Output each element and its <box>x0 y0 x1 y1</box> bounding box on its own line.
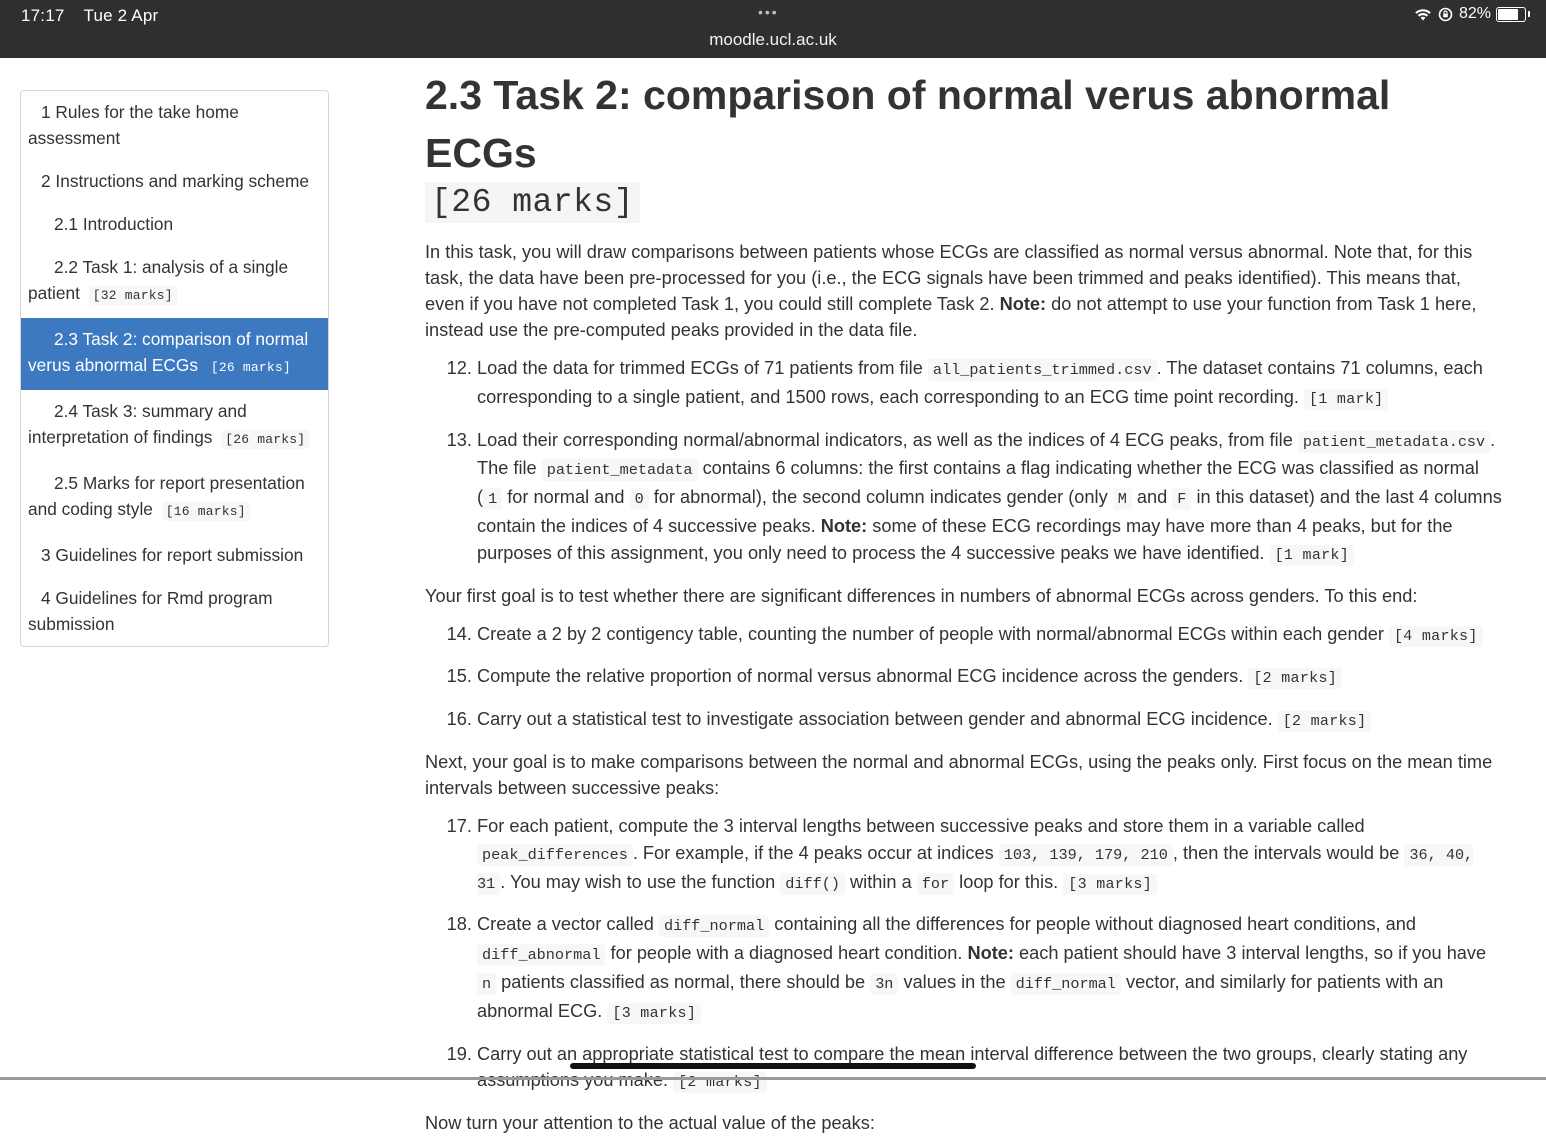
marks-badge: [3 marks] <box>607 1002 702 1024</box>
marks-badge: [3 marks] <box>1063 873 1158 895</box>
battery-icon <box>1496 6 1530 22</box>
toc-item-label: 2 Instructions and marking scheme <box>41 171 309 191</box>
item-text: containing all the differences for peopl… <box>769 914 1417 935</box>
list-item-16: Carry out a statistical test to investig… <box>477 706 1505 736</box>
marks-badge: [2 marks] <box>1248 668 1343 690</box>
toc-item-label: 3 Guidelines for report submission <box>41 545 304 565</box>
note-label: Note: <box>999 294 1047 314</box>
toc-item-task1[interactable]: 2.2 Task 1: analysis of a single patient… <box>21 246 328 318</box>
inline-code: 0 <box>629 488 649 511</box>
item-text: . You may wish to use the function <box>500 871 781 892</box>
inline-code: F <box>1172 488 1192 511</box>
list-item-14: Create a 2 by 2 contigency table, counti… <box>477 621 1505 651</box>
wifi-icon <box>1414 7 1432 21</box>
browser-top-bar: 17:17 Tue 2 Apr ••• moodle.ucl.ac.uk 82% <box>0 0 1546 58</box>
note-label: Note: <box>820 515 868 536</box>
intro-paragraph: In this task, you will draw comparisons … <box>425 239 1505 343</box>
home-indicator[interactable] <box>570 1063 976 1069</box>
page-title: 2.3 Task 2: comparison of normal verus a… <box>425 66 1505 182</box>
toc-item-report-guidelines[interactable]: 3 Guidelines for report submission <box>21 534 328 577</box>
toc-item-instructions[interactable]: 2 Instructions and marking scheme <box>21 160 328 203</box>
item-text: and <box>1131 487 1173 508</box>
inline-code: patient_metadata.csv <box>1297 430 1491 453</box>
marks-badge: [2 marks] <box>673 1072 767 1094</box>
toc-item-label: 2.4 Task 3: summary and interpretation o… <box>28 401 247 447</box>
inline-code: n <box>477 972 497 995</box>
task-list-c: For each patient, compute the 3 interval… <box>425 813 1505 1097</box>
item-text: Load the data for trimmed ECGs of 71 pat… <box>477 358 928 378</box>
item-text: within a <box>844 871 917 892</box>
item-text: for abnormal), the second column indicat… <box>648 487 1113 508</box>
item-text: Create a 2 by 2 contigency table, counti… <box>477 623 1389 644</box>
toc-item-rules[interactable]: 1 Rules for the take home assessment <box>21 91 328 160</box>
inline-code: all_patients_trimmed.csv <box>927 359 1157 381</box>
item-text: for normal and <box>502 487 630 508</box>
title-marks-badge: [26 marks] <box>425 182 641 223</box>
toc-item-task2-active[interactable]: 2.3 Task 2: comparison of normal verus a… <box>21 318 328 390</box>
toc-item-marks: [16 marks] <box>161 502 250 521</box>
inline-code: diff() <box>780 872 845 895</box>
toc-item-label: 1 Rules for the take home assessment <box>28 102 239 148</box>
item-text: Create a vector called <box>477 914 659 935</box>
item-text: loop for this. <box>954 871 1064 892</box>
toc-item-marks: [26 marks] <box>221 430 310 449</box>
screen-rotation-lock-icon <box>1438 7 1453 22</box>
inline-code: diff_abnormal <box>477 944 606 967</box>
marks-badge: [1 mark] <box>1304 388 1389 410</box>
item-text: , then the intervals would be <box>1172 842 1405 863</box>
item-text: values in the <box>898 971 1011 992</box>
item-text: each patient should have 3 interval leng… <box>1013 943 1487 964</box>
inline-code: patient_metadata <box>541 459 698 482</box>
inline-code: M <box>1112 488 1132 511</box>
status-date: Tue 2 Apr <box>83 6 159 25</box>
battery-percent: 82% <box>1458 5 1491 22</box>
marks-badge: [2 marks] <box>1277 711 1372 733</box>
item-text: Carry out a statistical test to investig… <box>477 709 1278 730</box>
inline-code: 103, 139, 179, 210 <box>998 843 1173 866</box>
item-text: Load their corresponding normal/abnormal… <box>477 429 1298 450</box>
more-dots-icon[interactable]: ••• <box>758 4 779 20</box>
inline-code: peak_differences <box>477 843 633 866</box>
marks-badge: [4 marks] <box>1388 625 1483 647</box>
toc-item-label: 2.1 Introduction <box>54 214 174 234</box>
inline-code: 3n <box>870 972 899 995</box>
status-indicators: 82% <box>1408 5 1530 23</box>
list-item-15: Compute the relative proportion of norma… <box>477 663 1505 693</box>
address-bar-url[interactable]: moodle.ucl.ac.uk <box>0 30 1546 50</box>
list-item-13: Load their corresponding normal/abnormal… <box>477 427 1505 570</box>
item-text: For each patient, compute the 3 interval… <box>477 815 1365 836</box>
inline-code: for <box>916 872 955 895</box>
toc-item-marks: [26 marks] <box>206 358 295 377</box>
status-clock: 17:17 Tue 2 Apr <box>21 6 158 26</box>
toc-item-task3[interactable]: 2.4 Task 3: summary and interpretation o… <box>21 390 328 462</box>
goal-paragraph-2: Next, your goal is to make comparisons b… <box>425 751 1493 798</box>
page-title-text: 2.3 Task 2: comparison of normal verus a… <box>425 72 1391 176</box>
item-text: Compute the relative proportion of norma… <box>477 666 1249 687</box>
item-text: for people with a diagnosed heart condit… <box>605 943 968 964</box>
marks-badge: [1 mark] <box>1269 544 1355 566</box>
task-list-a: Load the data for trimmed ECGs of 71 pat… <box>425 355 1505 570</box>
goal-paragraph-1: Your first goal is to test whether there… <box>425 585 1418 606</box>
inline-code: 1 <box>483 488 503 511</box>
item-text: patients classified as normal, there sho… <box>496 971 871 992</box>
status-time: 17:17 <box>21 6 65 25</box>
list-item-17: For each patient, compute the 3 interval… <box>477 813 1505 898</box>
list-item-18: Create a vector called diff_normal conta… <box>477 911 1505 1027</box>
note-label: Note: <box>967 943 1014 964</box>
toc-item-marks: [32 marks] <box>88 286 177 305</box>
task-list-b: Create a 2 by 2 contigency table, counti… <box>425 621 1505 736</box>
toc-item-introduction[interactable]: 2.1 Introduction <box>21 203 328 246</box>
next-paragraph: Now turn your attention to the actual va… <box>425 1113 875 1134</box>
toc-item-rmd-guidelines[interactable]: 4 Guidelines for Rmd program submission <box>21 577 328 646</box>
toc-item-report-marks[interactable]: 2.5 Marks for report presentation and co… <box>21 462 328 534</box>
inline-code: diff_normal <box>1010 972 1121 995</box>
list-item-12: Load the data for trimmed ECGs of 71 pat… <box>477 355 1505 414</box>
inline-code: diff_normal <box>658 915 770 938</box>
item-text: . For example, if the 4 peaks occur at i… <box>632 842 999 863</box>
table-of-contents: 1 Rules for the take home assessment 2 I… <box>20 90 329 647</box>
toc-item-label: 4 Guidelines for Rmd program submission <box>28 588 273 634</box>
main-content: 2.3 Task 2: comparison of normal verus a… <box>425 66 1505 1136</box>
